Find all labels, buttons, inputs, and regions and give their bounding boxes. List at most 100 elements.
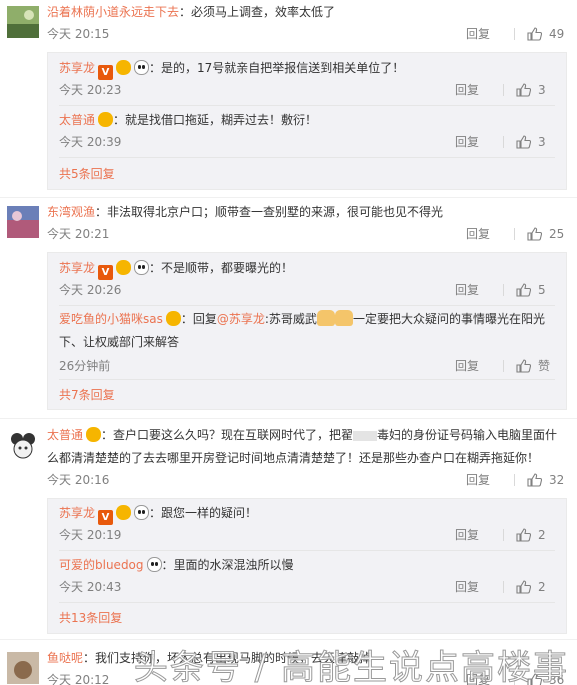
level-icon bbox=[116, 260, 132, 275]
mention-link[interactable]: @苏享龙 bbox=[217, 312, 265, 326]
reply-button[interactable]: 回复 bbox=[466, 468, 514, 492]
thumb-up-icon bbox=[516, 283, 531, 297]
reply-button[interactable]: 回复 bbox=[466, 222, 514, 246]
reply-item: 爱吃鱼的小猫咪sas ：回复@苏享龙:苏哥威武 一定要把大众疑问的事情曝光在阳光下、… bbox=[59, 308, 566, 373]
reply-item: 太普通 ：就是找借口拖延，糊弄过去！敷衍！ 今天 20:39 回复 3 bbox=[59, 108, 566, 149]
timestamp: 今天 20:39 bbox=[59, 135, 122, 149]
level-icon bbox=[98, 112, 114, 127]
thumb-up-icon bbox=[527, 27, 542, 41]
divider bbox=[514, 228, 515, 240]
username-link[interactable]: 太普通 bbox=[59, 113, 95, 127]
watermark: 头条号 / 高能生说点高楼事 bbox=[133, 648, 569, 685]
timestamp: 今天 20:43 bbox=[59, 580, 122, 594]
like-button[interactable]: 3 bbox=[516, 78, 560, 102]
like-count: 3 bbox=[538, 83, 546, 97]
like-button[interactable]: 3 bbox=[516, 130, 560, 154]
divider bbox=[503, 360, 504, 372]
level-icon bbox=[116, 60, 132, 75]
avatar[interactable] bbox=[7, 428, 39, 460]
like-button[interactable]: 2 bbox=[516, 575, 560, 599]
comment-text: ：必须马上调查，效率太低了 bbox=[179, 5, 336, 19]
thumb-up-icon bbox=[527, 473, 542, 487]
divider bbox=[503, 84, 504, 96]
divider bbox=[503, 136, 504, 148]
divider bbox=[0, 418, 577, 419]
reply-button[interactable]: 回复 bbox=[455, 354, 503, 378]
thumb-up-icon bbox=[516, 83, 531, 97]
timestamp: 今天 20:16 bbox=[47, 473, 110, 487]
username-link[interactable]: 苏享龙 bbox=[59, 261, 95, 275]
reply-button[interactable]: 回复 bbox=[455, 278, 503, 302]
reply-text: ：跟您一样的疑问！ bbox=[149, 506, 258, 520]
comment-meta: 今天 20:21 回复 25 bbox=[47, 222, 577, 246]
timestamp: 今天 20:12 bbox=[47, 673, 110, 685]
panda-icon bbox=[134, 505, 150, 520]
thumbs-up-emoji-icon bbox=[334, 310, 353, 326]
comment-text: ：查户口要这么久吗？现在互联网时代了，把翟 bbox=[101, 428, 354, 442]
username-link[interactable]: 东湾观渔 bbox=[47, 205, 95, 219]
level-icon bbox=[116, 505, 132, 520]
more-replies-link[interactable]: 共13条回复 bbox=[59, 606, 122, 630]
reply-button[interactable]: 回复 bbox=[455, 78, 503, 102]
comment-content: 沿着林荫小道永远走下去：必须马上调查，效率太低了 bbox=[47, 0, 567, 24]
username-link[interactable]: 沿着林荫小道永远走下去 bbox=[47, 5, 179, 19]
like-button[interactable]: 赞 bbox=[516, 354, 560, 378]
avatar[interactable] bbox=[7, 652, 39, 684]
reply-button[interactable]: 回复 bbox=[455, 130, 503, 154]
comment-content: 东湾观渔：非法取得北京户口；顺带查一查别墅的来源，很可能也见不得光 bbox=[47, 200, 567, 224]
like-button[interactable]: 25 bbox=[527, 222, 571, 246]
thumb-up-icon bbox=[516, 528, 531, 542]
reply-item: 可爱的bluedog ：里面的水深混浊所以慢 今天 20:43 回复 2 bbox=[59, 553, 566, 594]
like-count: 25 bbox=[549, 227, 565, 241]
thumbs-up-emoji-icon bbox=[316, 310, 335, 326]
username-link[interactable]: 爱吃鱼的小猫咪sas bbox=[59, 312, 163, 326]
divider bbox=[59, 105, 555, 106]
username-link[interactable]: 苏享龙 bbox=[59, 506, 95, 520]
divider bbox=[514, 474, 515, 486]
username-link[interactable]: 可爱的bluedog bbox=[59, 558, 144, 572]
divider bbox=[503, 284, 504, 296]
avatar[interactable] bbox=[7, 206, 39, 238]
reply-button[interactable]: 回复 bbox=[455, 575, 503, 599]
thumb-up-icon bbox=[516, 580, 531, 594]
thumb-up-icon bbox=[516, 135, 531, 149]
like-button[interactable]: 2 bbox=[516, 523, 560, 547]
reply-button[interactable]: 回复 bbox=[455, 523, 503, 547]
reply-box: 苏享龙 V ：不是顺带，都要曝光的！ 今天 20:26 回复 5 爱吃鱼的小猫咪sa… bbox=[47, 252, 567, 410]
divider bbox=[59, 157, 555, 158]
reply-text: ：不是顺带，都要曝光的！ bbox=[149, 261, 294, 275]
like-count: 32 bbox=[549, 473, 565, 487]
like-count: 3 bbox=[538, 135, 546, 149]
divider bbox=[503, 581, 504, 593]
divider bbox=[59, 602, 555, 603]
divider bbox=[514, 28, 515, 40]
more-replies-link[interactable]: 共5条回复 bbox=[59, 162, 115, 186]
like-count: 5 bbox=[538, 283, 546, 297]
redacted-text bbox=[353, 430, 378, 441]
reply-text: ：里面的水深混浊所以慢 bbox=[161, 558, 294, 572]
timestamp: 今天 20:23 bbox=[59, 83, 122, 97]
comment-text: ：非法取得北京户口；顺带查一查别墅的来源，很可能也见不得光 bbox=[95, 205, 444, 219]
reply-box: 苏享龙 V ：跟您一样的疑问！ 今天 20:19 回复 2 可爱的bluedog ：里… bbox=[47, 498, 567, 634]
username-link[interactable]: 苏享龙 bbox=[59, 61, 95, 75]
like-button[interactable]: 49 bbox=[527, 22, 571, 46]
thumb-up-icon bbox=[527, 227, 542, 241]
like-button[interactable]: 32 bbox=[527, 468, 571, 492]
more-replies-link[interactable]: 共7条回复 bbox=[59, 383, 115, 407]
username-link[interactable]: 太普通 bbox=[47, 428, 83, 442]
reply-button[interactable]: 回复 bbox=[466, 22, 514, 46]
reply-text: ：是的，17号就亲自把举报信送到相关单位了！ bbox=[149, 61, 405, 75]
level-icon bbox=[165, 311, 181, 326]
level-icon bbox=[86, 427, 102, 442]
username-link[interactable]: 鱼哒呢 bbox=[47, 651, 83, 665]
panda-icon bbox=[134, 260, 150, 275]
reply-text: ：就是找借口拖延，糊弄过去！敷衍！ bbox=[113, 113, 318, 127]
like-button[interactable]: 5 bbox=[516, 278, 560, 302]
reply-text: :苏哥威武 bbox=[264, 312, 317, 326]
divider bbox=[59, 550, 555, 551]
panda-icon bbox=[146, 557, 162, 572]
like-count: 2 bbox=[538, 580, 546, 594]
timestamp: 今天 20:15 bbox=[47, 27, 110, 41]
avatar[interactable] bbox=[7, 6, 39, 38]
divider bbox=[59, 379, 555, 380]
